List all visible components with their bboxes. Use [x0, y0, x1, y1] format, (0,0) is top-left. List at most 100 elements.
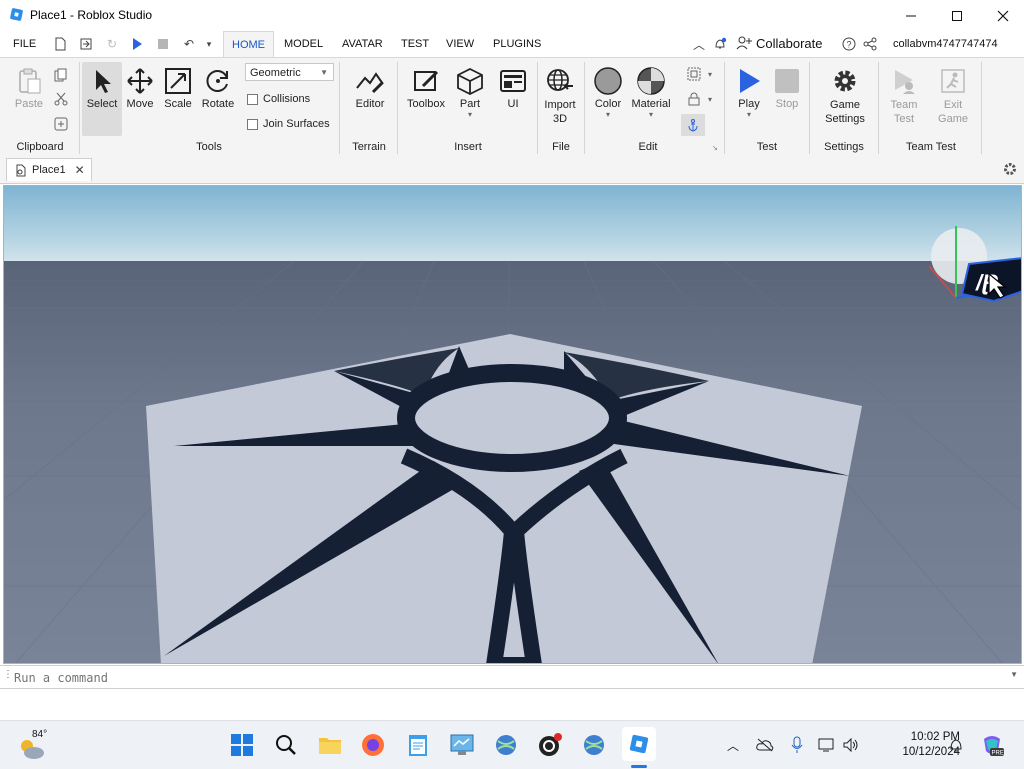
ui-button[interactable]: UI: [490, 62, 536, 110]
copy-button[interactable]: [50, 65, 72, 85]
command-dropdown-icon[interactable]: ▼: [1010, 670, 1018, 679]
cut-button[interactable]: [50, 89, 72, 109]
firefox-icon: [362, 734, 384, 756]
viewport-scene[interactable]: /Ɽ: [4, 186, 1022, 664]
stop-quick-icon[interactable]: [155, 36, 171, 52]
play-quick-icon[interactable]: [129, 36, 145, 52]
game-settings-button[interactable]: Game Settings: [818, 62, 872, 126]
rotate-button[interactable]: Rotate: [195, 62, 241, 110]
username[interactable]: collabvm4747747474: [893, 38, 998, 50]
join-surfaces-toggle[interactable]: Join Surfaces: [247, 118, 330, 130]
cursor-arrow-icon: [96, 70, 111, 93]
move-arrows-icon: [127, 68, 153, 94]
tab-test[interactable]: TEST: [393, 31, 437, 57]
exit-game-label-1: Exit: [943, 99, 963, 111]
network-globe-icon: [496, 735, 516, 755]
help-icon[interactable]: ?: [841, 36, 857, 52]
stop-button[interactable]: Stop: [764, 62, 810, 110]
tab-view[interactable]: VIEW: [438, 31, 482, 57]
collapse-ribbon-icon[interactable]: ︿: [691, 36, 707, 52]
duplicate-icon: [54, 117, 68, 131]
svg-text:?: ?: [847, 40, 852, 50]
copilot-button[interactable]: PRE: [978, 731, 1006, 759]
game-settings-label-2: Settings: [825, 113, 865, 125]
viewport-settings-button[interactable]: [1002, 161, 1018, 180]
redo-icon[interactable]: ↻: [104, 36, 120, 52]
toolbox-button[interactable]: Toolbox: [403, 62, 449, 110]
notepad-icon: [409, 735, 427, 756]
notification-center-button[interactable]: [944, 731, 968, 759]
command-input[interactable]: [12, 668, 1016, 688]
terrain-icon: [356, 72, 384, 94]
tab-plugins[interactable]: PLUGINS: [485, 31, 549, 57]
anchor-button[interactable]: [681, 114, 705, 136]
tab-place1[interactable]: Place1 ✕: [6, 158, 92, 181]
stop-icon: [775, 69, 799, 93]
tab-model[interactable]: MODEL: [276, 31, 331, 57]
roblox-studio-taskbar-button[interactable]: [622, 727, 656, 761]
start-button[interactable]: [228, 731, 256, 759]
team-test-button[interactable]: Team Test: [881, 62, 927, 126]
transform-mode-select[interactable]: Geometric ▼: [245, 63, 334, 81]
show-hidden-icons-button[interactable]: ︿: [720, 731, 746, 759]
quick-access-dropdown-icon[interactable]: ▾: [201, 36, 217, 52]
network-app-2-button[interactable]: [580, 731, 608, 759]
part-button[interactable]: Part ▾: [447, 62, 493, 119]
edit-expand-icon[interactable]: ↘: [712, 144, 718, 152]
onedrive-status-button[interactable]: [752, 731, 778, 759]
minimize-button[interactable]: [888, 0, 934, 31]
file-group-label: File: [552, 141, 570, 153]
lock-button[interactable]: [683, 89, 705, 109]
team-test-label-1: Team: [890, 99, 918, 111]
firefox-button[interactable]: [359, 731, 387, 759]
collisions-checkbox[interactable]: [247, 93, 258, 105]
collisions-label: Collisions: [263, 93, 311, 105]
collaborate-button[interactable]: Collaborate: [736, 35, 823, 51]
weather-temp: 84°: [32, 729, 48, 740]
import-3d-label-2: 3D: [552, 113, 568, 125]
file-menu[interactable]: FILE: [5, 31, 44, 57]
select-button[interactable]: Select: [82, 62, 122, 136]
windows-taskbar: 84° ︿ 10:02 PM 10/12/2024 PRE: [0, 720, 1024, 769]
lock-dropdown-icon[interactable]: ▾: [708, 95, 712, 104]
share-icon[interactable]: [862, 36, 878, 52]
collisions-toggle[interactable]: Collisions: [247, 93, 310, 105]
group-dropdown-icon[interactable]: ▾: [708, 70, 712, 79]
network-status-button[interactable]: [816, 731, 838, 759]
volume-button[interactable]: [840, 731, 862, 759]
group-button[interactable]: [683, 64, 705, 84]
microphone-button[interactable]: [786, 731, 808, 759]
control-panel-button[interactable]: [448, 731, 476, 759]
cut-icon: [54, 92, 68, 106]
exit-game-icon: [941, 69, 965, 93]
notifications-icon[interactable]: [712, 36, 728, 52]
publish-icon[interactable]: [78, 36, 94, 52]
paste-button[interactable]: Paste: [6, 62, 52, 110]
terrain-editor-button[interactable]: Editor: [347, 62, 393, 110]
tab-avatar[interactable]: AVATAR: [334, 31, 391, 57]
import-3d-button[interactable]: Import 3D: [537, 62, 583, 126]
new-file-icon[interactable]: [52, 36, 68, 52]
tab-home[interactable]: HOME: [223, 31, 274, 58]
close-button[interactable]: [980, 0, 1024, 31]
maximize-button[interactable]: [934, 0, 980, 31]
undo-icon[interactable]: ↶: [181, 36, 197, 52]
weather-widget[interactable]: 84°: [18, 729, 58, 761]
team-test-icon: [895, 70, 915, 94]
color-button[interactable]: Color ▾: [585, 62, 631, 119]
bell-icon: [950, 739, 962, 752]
network-app-button[interactable]: [492, 731, 520, 759]
3d-viewport[interactable]: /Ɽ: [3, 185, 1022, 664]
exit-game-button[interactable]: Exit Game: [930, 62, 976, 126]
material-button[interactable]: Material ▾: [628, 62, 674, 119]
notepad-button[interactable]: [404, 731, 432, 759]
close-tab-icon[interactable]: ✕: [75, 163, 85, 177]
minimize-icon: [906, 15, 916, 16]
join-surfaces-checkbox[interactable]: [247, 118, 258, 130]
obs-button[interactable]: [536, 731, 564, 759]
duplicate-button[interactable]: [50, 114, 72, 134]
file-explorer-button[interactable]: [316, 731, 344, 759]
gear-icon: [1004, 163, 1016, 175]
search-button[interactable]: [272, 731, 300, 759]
transform-mode-value: Geometric: [250, 67, 301, 79]
